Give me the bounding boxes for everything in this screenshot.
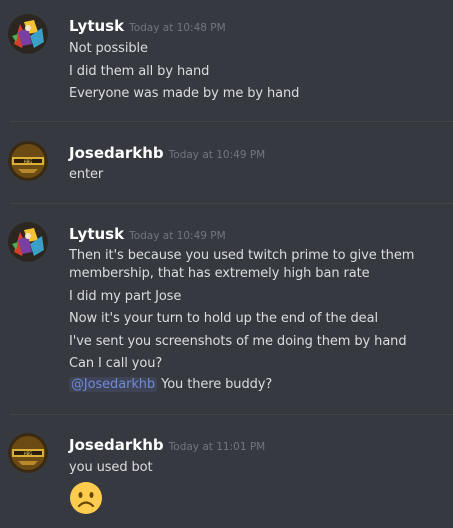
svg-text:HBG: HBG: [24, 159, 33, 164]
message-line: I've sent you screenshots of me doing th…: [69, 334, 407, 349]
chat-message-list: Lytusk Today at 10:48 PM Not possible I d…: [0, 0, 453, 528]
author-name[interactable]: Josedarkhb: [69, 436, 164, 454]
message-line: Not possible: [69, 41, 148, 56]
message-line: Everyone was made by me by hand: [69, 86, 300, 101]
message-divider: [10, 414, 453, 415]
josedarkhb-avatar-icon[interactable]: HBG: [8, 141, 48, 181]
message-author[interactable]: Lytusk Today at 10:48 PM: [69, 17, 226, 35]
message-line: enter: [69, 167, 104, 182]
message-author[interactable]: Josedarkhb Today at 10:49 PM: [69, 144, 265, 162]
user-mention[interactable]: @Josedarkhb: [69, 377, 158, 392]
author-name[interactable]: Lytusk: [69, 225, 124, 243]
message-timestamp: Today at 11:01 PM: [168, 441, 266, 453]
message-line: membership, that has extremely high ban …: [69, 266, 370, 281]
message-line: you used bot: [69, 460, 153, 475]
svg-text:HBG: HBG: [24, 451, 33, 456]
message-timestamp: Today at 10:48 PM: [129, 22, 226, 34]
message-line-with-mention: @Josedarkhb You there buddy?: [69, 377, 272, 392]
message-divider: [10, 203, 453, 204]
message-divider: [10, 121, 453, 122]
message-line: I did my part Jose: [69, 289, 182, 304]
author-name[interactable]: Lytusk: [69, 17, 124, 35]
message-author[interactable]: Josedarkhb Today at 11:01 PM: [69, 436, 265, 454]
message-line: Can I call you?: [69, 356, 163, 371]
message-line: Then it's because you used twitch prime …: [69, 248, 415, 263]
message-line: Now it's your turn to hold up the end of…: [69, 311, 378, 326]
josedarkhb-avatar-icon[interactable]: HBG: [8, 433, 48, 473]
lytusk-avatar-icon[interactable]: [8, 14, 48, 54]
lytusk-avatar-icon[interactable]: [8, 222, 48, 262]
message-author[interactable]: Lytusk Today at 10:49 PM: [69, 225, 226, 243]
message-timestamp: Today at 10:49 PM: [168, 149, 266, 161]
frowning-face-emoji-icon[interactable]: [69, 481, 103, 515]
message-text: You there buddy?: [161, 377, 273, 392]
author-name[interactable]: Josedarkhb: [69, 144, 164, 162]
message-line: I did them all by hand: [69, 64, 210, 79]
message-timestamp: Today at 10:49 PM: [129, 230, 226, 242]
